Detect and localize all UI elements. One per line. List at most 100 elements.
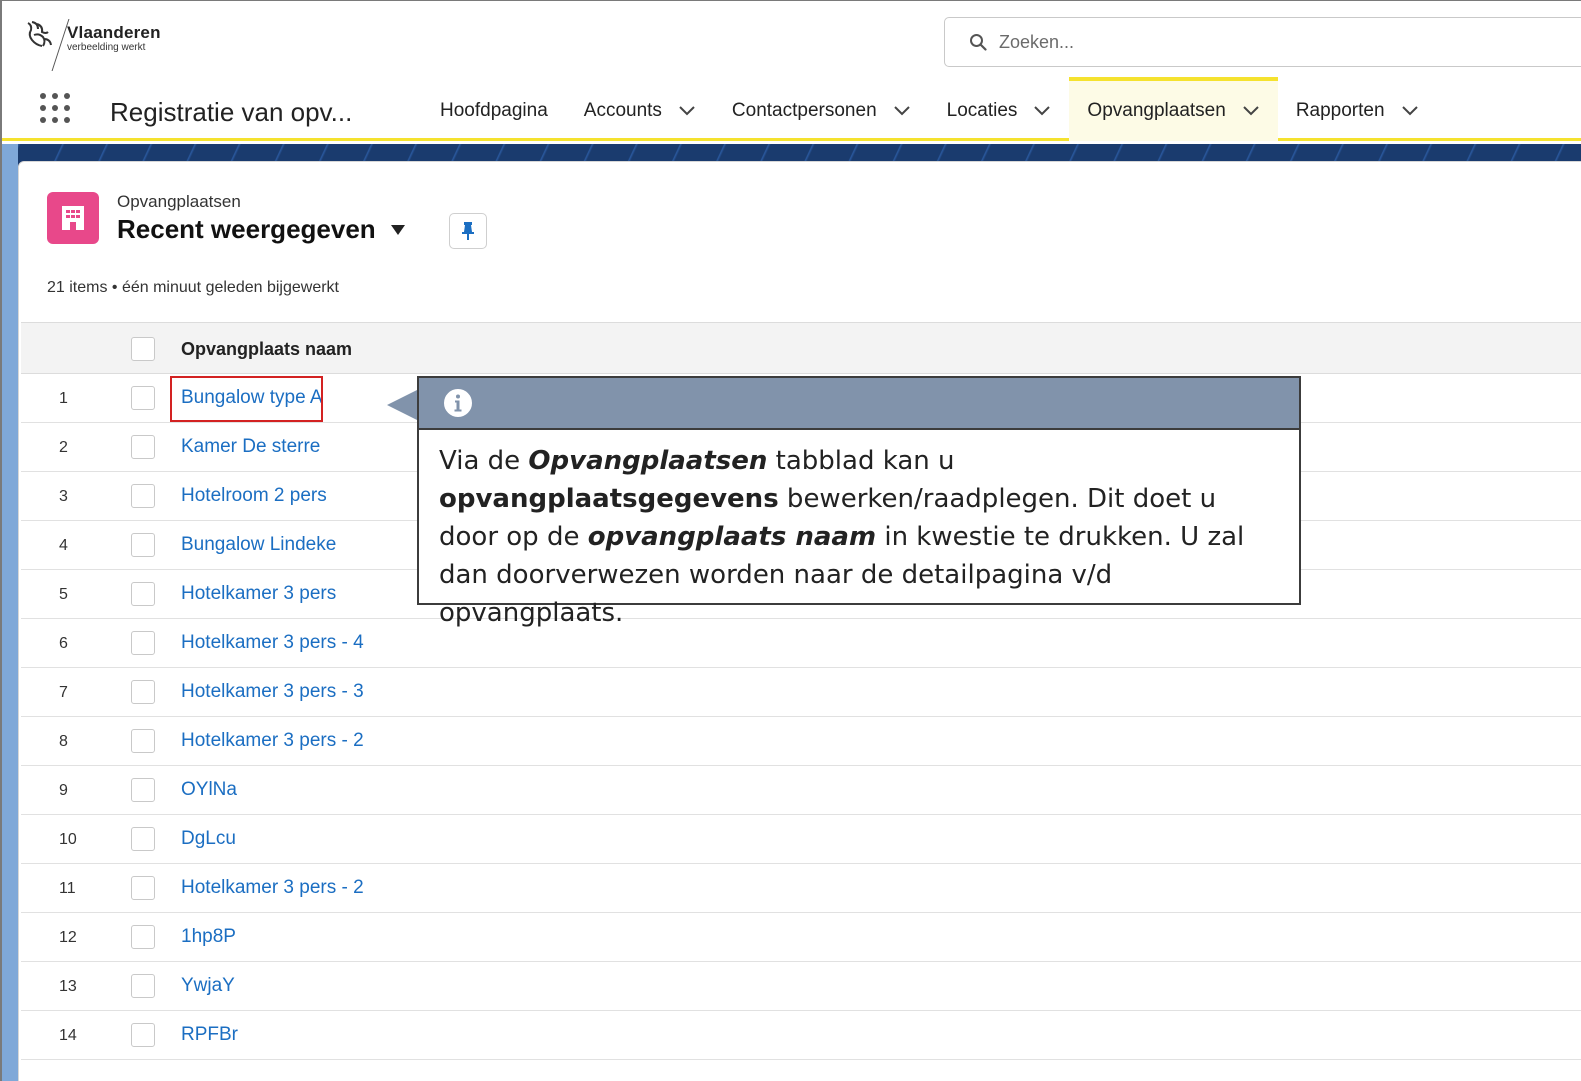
brand-subtitle: verbeelding werkt (67, 42, 146, 53)
building-icon (47, 192, 99, 244)
row-checkbox[interactable] (131, 778, 155, 802)
tab-rapporten[interactable]: Rapporten (1278, 77, 1437, 141)
row-checkbox[interactable] (131, 680, 155, 704)
vlaanderen-lion-icon (27, 21, 52, 47)
app-launcher-icon[interactable] (38, 91, 72, 125)
row-number: 5 (59, 586, 68, 603)
chevron-down-icon[interactable] (678, 105, 696, 117)
tab-label: Hoofdpagina (440, 100, 548, 121)
brand-text: Vlaanderen verbeelding werkt (67, 19, 161, 53)
row-checkbox[interactable] (131, 484, 155, 508)
row-number: 9 (59, 782, 68, 799)
row-number: 11 (59, 880, 76, 897)
callout-header (419, 378, 1299, 430)
chevron-down-icon[interactable] (1242, 105, 1260, 117)
record-link[interactable]: Bungalow type A (181, 387, 323, 409)
callout-text-part: Via de (439, 446, 529, 476)
record-link[interactable]: RPFBr (181, 1024, 238, 1046)
caret-down-icon[interactable] (390, 224, 406, 236)
chevron-down-icon[interactable] (893, 105, 911, 117)
record-link[interactable]: Hotelkamer 3 pers - 4 (181, 632, 364, 654)
table-row: 8 Hotelkamer 3 pers - 2 (21, 717, 1581, 766)
row-checkbox[interactable] (131, 974, 155, 998)
tab-label: Accounts (583, 100, 662, 121)
tab-label: Rapporten (1295, 100, 1385, 121)
table-row: 9 OYlNa (21, 766, 1581, 815)
row-checkbox[interactable] (131, 876, 155, 900)
record-link[interactable]: DgLcu (181, 828, 236, 850)
row-number: 8 (59, 733, 68, 750)
app-window: Vlaanderen verbeelding werkt Zoeken... R… (0, 0, 1581, 1081)
table-row: 10 DgLcu (21, 815, 1581, 864)
search-placeholder: Zoeken... (999, 31, 1075, 52)
row-number: 1 (59, 390, 68, 407)
table-row: 7 Hotelkamer 3 pers - 3 (21, 668, 1581, 717)
row-number: 4 (59, 537, 68, 554)
record-link[interactable]: Hotelkamer 3 pers - 3 (181, 681, 364, 703)
app-nav-bar: Registratie van opv... Hoofdpagina Accou… (2, 77, 1581, 141)
row-checkbox[interactable] (131, 827, 155, 851)
row-checkbox[interactable] (131, 631, 155, 655)
callout-text: Via de Opvangplaatsen tabblad kan u opva… (419, 430, 1299, 632)
pin-list-view-button[interactable] (449, 213, 487, 249)
select-all-checkbox[interactable] (131, 337, 155, 361)
table-header: Opvangplaats naam (21, 322, 1581, 374)
nav-tabs: Hoofdpagina Accounts Contactpersonen Loc… (422, 77, 1437, 141)
list-view-selector[interactable]: Recent weergegeven (117, 214, 406, 245)
row-number: 10 (59, 831, 77, 848)
callout-pointer (387, 389, 419, 421)
record-link[interactable]: Bungalow Lindeke (181, 534, 336, 556)
global-header: Vlaanderen verbeelding werkt Zoeken... (2, 1, 1581, 77)
object-label: Opvangplaatsen (117, 192, 241, 211)
record-link[interactable]: Hotelkamer 3 pers (181, 583, 336, 605)
tab-locaties[interactable]: Locaties (929, 77, 1070, 141)
row-checkbox[interactable] (131, 386, 155, 410)
row-checkbox[interactable] (131, 729, 155, 753)
info-callout: Via de Opvangplaatsen tabblad kan u opva… (417, 376, 1301, 628)
row-number: 12 (59, 929, 77, 946)
column-header-name[interactable]: Opvangplaats naam (181, 339, 352, 360)
brand-title: Vlaanderen (67, 23, 161, 42)
record-link[interactable]: YwjaY (181, 975, 235, 997)
record-link[interactable]: Kamer De sterre (181, 436, 320, 458)
row-number: 7 (59, 684, 68, 701)
row-number: 2 (59, 439, 68, 456)
row-number: 14 (59, 1027, 77, 1044)
tab-label: Locaties (946, 100, 1018, 121)
table-row: 11 Hotelkamer 3 pers - 2 (21, 864, 1581, 913)
callout-text-part: opvangplaats naam (587, 522, 877, 552)
tab-accounts[interactable]: Accounts (566, 77, 714, 141)
row-checkbox[interactable] (131, 533, 155, 557)
callout-text-part: Opvangplaatsen (528, 446, 768, 476)
global-search[interactable]: Zoeken... (944, 17, 1581, 67)
info-icon (444, 389, 472, 417)
callout-text-part: tabblad kan u (767, 446, 955, 476)
brand-logo[interactable]: Vlaanderen verbeelding werkt (22, 19, 161, 71)
app-name: Registratie van opv... (110, 97, 353, 127)
callout-text-part: opvangplaatsgegevens (439, 484, 779, 514)
building-glyph (62, 206, 84, 230)
row-checkbox[interactable] (131, 435, 155, 459)
tab-label: Contactpersonen (731, 100, 877, 121)
row-number: 3 (59, 488, 68, 505)
decorative-side-strip (2, 144, 18, 1081)
record-link[interactable]: OYlNa (181, 779, 237, 801)
list-meta: 21 items • één minuut geleden bijgewerkt (47, 279, 339, 296)
tab-hoofdpagina[interactable]: Hoofdpagina (422, 77, 566, 141)
row-checkbox[interactable] (131, 582, 155, 606)
row-checkbox[interactable] (131, 1023, 155, 1047)
chevron-down-icon[interactable] (1033, 105, 1051, 117)
record-link[interactable]: Hotelkamer 3 pers - 2 (181, 730, 364, 752)
tab-opvangplaatsen[interactable]: Opvangplaatsen (1069, 77, 1278, 141)
tab-label: Opvangplaatsen (1087, 100, 1226, 121)
record-link[interactable]: 1hp8P (181, 926, 236, 948)
row-number: 6 (59, 635, 68, 652)
tab-contactpersonen[interactable]: Contactpersonen (714, 77, 929, 141)
table-row: 13 YwjaY (21, 962, 1581, 1011)
chevron-down-icon[interactable] (1401, 105, 1419, 117)
pin-icon (462, 222, 474, 240)
table-row: 12 1hp8P (21, 913, 1581, 962)
row-checkbox[interactable] (131, 925, 155, 949)
record-link[interactable]: Hotelroom 2 pers (181, 485, 327, 507)
record-link[interactable]: Hotelkamer 3 pers - 2 (181, 877, 364, 899)
